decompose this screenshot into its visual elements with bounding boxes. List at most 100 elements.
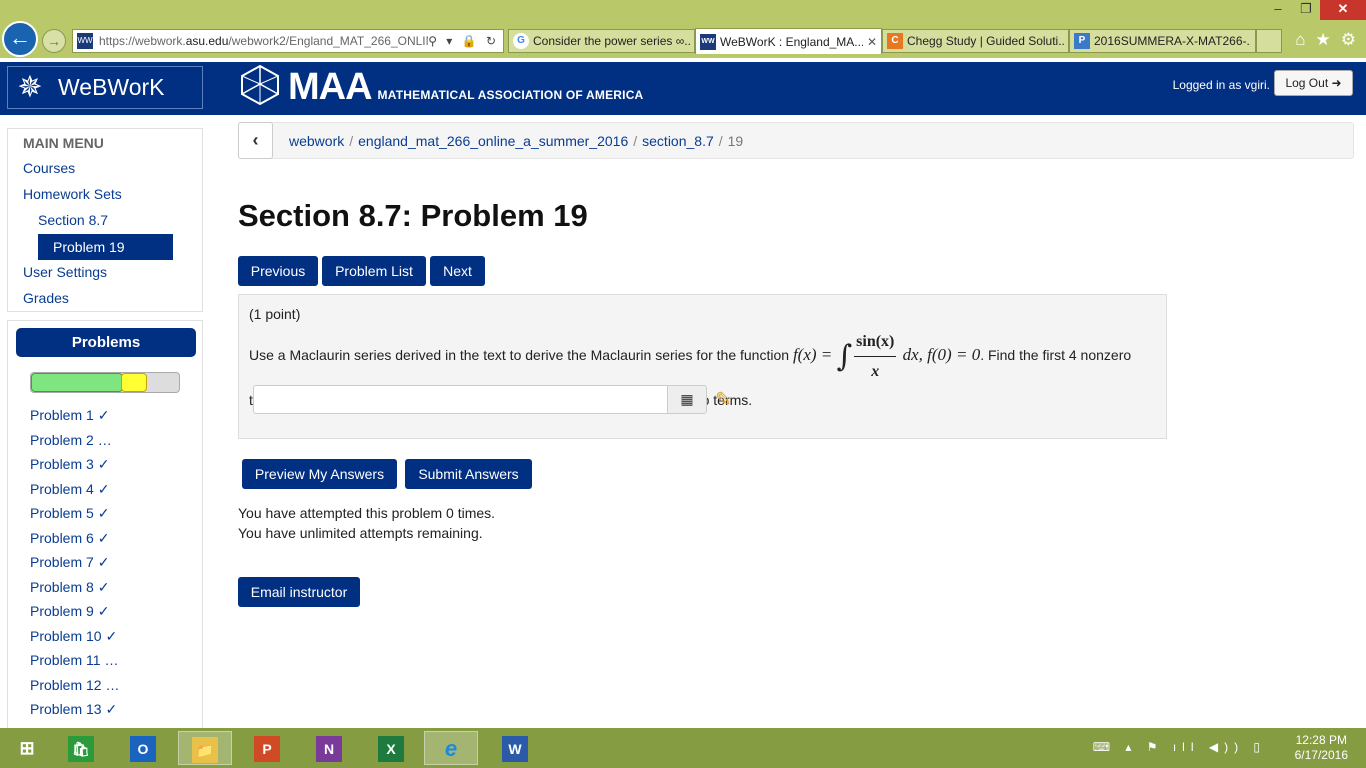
next-button[interactable]: Next [430,256,485,286]
window-controls: – ❐ ✕ [1264,0,1366,20]
breadcrumb: ‹ webwork / england_mat_266_online_a_summe… [238,122,1354,159]
address-bar[interactable]: WW https://webwork.asu.edu/webwork2/Engl… [72,29,504,53]
breadcrumb-back-button[interactable]: ‹ [238,122,273,159]
attempts-text: You have attempted this problem 0 times. [238,505,496,521]
word-app[interactable]: W [488,731,542,765]
menu-user-settings-link[interactable]: User Settings [23,264,107,280]
excel-app[interactable]: X [364,731,418,765]
tab-label: Chegg Study | Guided Soluti... [907,34,1064,48]
pencil-icon[interactable]: ✎ [715,387,732,412]
breadcrumb-current: 19 [727,133,744,149]
remaining-attempts-text: You have unlimited attempts remaining. [238,525,483,541]
page-title: Section 8.7: Problem 19 [238,198,588,233]
start-icon: ⊞ [19,738,35,758]
email-instructor-button[interactable]: Email instructor [238,577,360,607]
problem-list-item[interactable]: Problem 4 ✓ [30,481,109,498]
store-app[interactable]: 🛍 [54,731,108,765]
menu-section-link[interactable]: Section 8.7 [38,212,108,228]
equation-editor-grid-icon[interactable]: ▦ [667,385,707,414]
problems-panel: Problems Problem 1 ✓ Problem 2 … Problem 3… [7,320,203,730]
breadcrumb-set[interactable]: section_8.7 [642,133,714,149]
tab-mat266[interactable]: P 2016SUMMERA-X-MAT266-... [1069,29,1256,53]
webwork-tab-icon: WW [700,33,716,50]
menu-problem-active[interactable]: Problem 19 [38,234,173,260]
webwork-brand-name: WeBWorK [58,74,165,100]
minimize-button[interactable]: – [1264,0,1292,20]
tab-label: WeBWorK : England_MA... [720,34,863,49]
maa-full-name: MATHEMATICAL ASSOCIATION OF AMERICA [377,88,644,102]
menu-courses-link[interactable]: Courses [23,160,75,176]
tab-label: 2016SUMMERA-X-MAT266-... [1094,34,1251,48]
progress-correct [31,373,123,392]
main-menu: MAIN MENU Courses Homework Sets Section … [7,128,203,312]
internet-explorer-app[interactable]: e [424,731,478,765]
browser-back-button[interactable]: ← [2,21,38,57]
powerpoint-icon: P [254,736,280,762]
p-site-icon: P [1074,33,1090,49]
problem-list-item[interactable]: Problem 2 … [30,432,112,448]
close-tab-icon[interactable]: ✕ [867,35,877,49]
previous-button[interactable]: Previous [238,256,318,286]
home-icon[interactable]: ⌂ [1295,30,1305,50]
chegg-icon: C [887,33,903,49]
tab-webwork[interactable]: WW WeBWorK : England_MA... ✕ [695,28,882,54]
taskbar-clock[interactable]: 12:28 PM 6/17/2016 [1295,733,1348,763]
address-actions[interactable]: ⚲ ▾ 🔒 ↻ [428,34,499,48]
maa-logo[interactable]: MAA MATHEMATICAL ASSOCIATION OF AMERICA [238,64,643,106]
menu-grades-link[interactable]: Grades [23,290,69,306]
settings-gear-icon[interactable]: ⚙ [1341,30,1356,50]
problem-text-intro: Use a Maclaurin series derived in the te… [249,347,793,364]
logout-button[interactable]: Log Out ➜ [1274,70,1353,96]
internet-explorer-icon: e [444,736,458,761]
tab-chegg[interactable]: C Chegg Study | Guided Soluti... [882,29,1069,53]
maa-polyhedron-icon [241,64,279,106]
excel-icon: X [378,736,404,762]
breadcrumb-separator: / [633,133,638,149]
breadcrumb-separator: / [349,133,354,149]
favorites-star-icon[interactable]: ★ [1316,30,1331,50]
problem-list-item[interactable]: Problem 11 … [30,652,118,668]
logged-in-user: Logged in as vgiri. [1172,78,1270,92]
webwork-brand-link[interactable]: ✵ WeBWorK [7,66,203,109]
start-button[interactable]: ⊞ [0,731,54,765]
problem-list-item[interactable]: Problem 6 ✓ [30,530,109,547]
outlook-icon: O [130,736,156,762]
submit-answers-button[interactable]: Submit Answers [405,459,532,489]
browser-chrome: – ❐ ✕ ← → WW https://webwork.asu.edu/web… [0,0,1366,58]
menu-homework-sets-link[interactable]: Homework Sets [23,186,122,202]
new-tab-button[interactable] [1256,29,1282,53]
problem-list-item[interactable]: Problem 8 ✓ [30,579,109,596]
problem-list-item[interactable]: Problem 5 ✓ [30,505,109,522]
fraction-numerator: sin(x) [854,327,897,357]
restore-button[interactable]: ❐ [1292,0,1320,20]
browser-forward-button[interactable]: → [42,29,66,53]
webwork-header: ✵ WeBWorK MAA MATHEMATICAL ASSOCIATION O… [0,58,1366,115]
problem-list-item[interactable]: Problem 10 ✓ [30,628,117,645]
maa-acronym: MAA [288,66,373,108]
answer-input[interactable] [253,385,668,414]
file-explorer-icon: 📁 [192,737,218,763]
powerpoint-app[interactable]: P [240,731,294,765]
progress-bar [30,372,180,393]
file-explorer-app[interactable]: 📁 [178,731,232,765]
problem-list-item[interactable]: Problem 9 ✓ [30,603,109,620]
problem-list-item[interactable]: Problem 1 ✓ [30,407,109,424]
problem-list-item[interactable]: Problem 7 ✓ [30,554,109,571]
problem-list-item[interactable]: Problem 12 … [30,677,119,693]
breadcrumb-course[interactable]: england_mat_266_online_a_summer_2016 [358,133,628,149]
breadcrumb-webwork[interactable]: webwork [289,133,344,149]
outlook-app[interactable]: O [116,731,170,765]
system-tray-icons[interactable]: ⌨ ▴ ⚑ ıll ◀)) ▯ [1093,740,1266,754]
breadcrumb-trail: webwork / england_mat_266_online_a_summer_… [289,133,743,149]
problem-list-item[interactable]: Problem 3 ✓ [30,456,109,473]
main-menu-heading: MAIN MENU [23,135,104,151]
tab-power-series[interactable]: G Consider the power series ∞... [508,29,695,53]
close-window-button[interactable]: ✕ [1320,0,1366,20]
problem-list-item[interactable]: Problem 13 ✓ [30,701,117,718]
problem-box: (1 point) Use a Maclaurin series derived… [238,294,1167,439]
problem-list-button[interactable]: Problem List [322,256,426,286]
webwork-star-logo-icon: ✵ [17,71,43,104]
math-dx-condition: dx, f(0) = 0 [898,345,981,365]
onenote-app[interactable]: N [302,731,356,765]
preview-answers-button[interactable]: Preview My Answers [242,459,397,489]
